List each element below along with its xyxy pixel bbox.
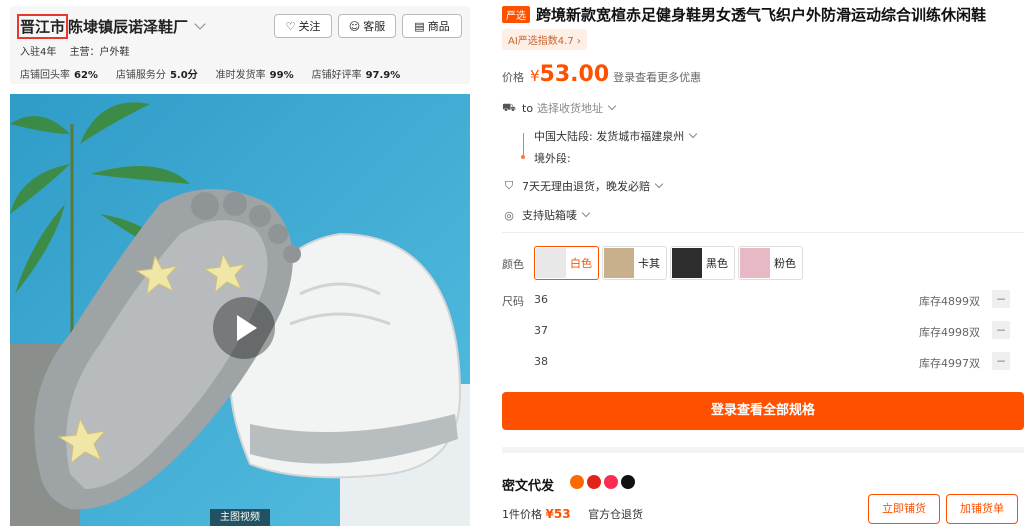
return-policy-text: 7天无理由退货，晚发必赔	[522, 180, 650, 193]
overseas-shipping-text: 境外段:	[534, 152, 571, 165]
tag-icon: ◎	[504, 208, 514, 222]
chevron-down-icon	[688, 129, 698, 139]
left-panel: 晋江市 陈埭镇辰诺泽鞋厂 ♡ 关注 ☺ 客服 ▤ 商品 入驻4年 主营：户外鞋 店…	[0, 0, 480, 526]
dropship-price-row: 1件价格 ¥53 官方仓退货	[502, 506, 643, 522]
address-select[interactable]: 选择收货地址	[537, 100, 603, 116]
color-option-white[interactable]: 白色	[534, 246, 599, 280]
decrease-button[interactable]: −	[992, 321, 1010, 339]
add-to-list-button[interactable]: 加铺货单	[946, 494, 1018, 524]
color-option-khaki[interactable]: 卡其	[602, 246, 667, 280]
shop-stats: 店铺回头率 62% 店铺服务分 5.0分 准时发货率 99% 店铺好评率 97.9%	[20, 66, 400, 81]
domestic-shipping[interactable]: 中国大陆段: 发货城市福建泉州	[534, 128, 698, 144]
return-note: 官方仓退货	[588, 508, 644, 521]
color-thumb	[740, 248, 770, 278]
shop-name[interactable]: 晋江市 陈埭镇辰诺泽鞋厂	[17, 14, 206, 39]
size-row: 37 库存4998双 −	[534, 321, 1024, 341]
right-panel: 严选 跨境新款宽楦赤足健身鞋男女透气飞织户外防滑运动综合训练休闲鞋 AI严选指数…	[490, 0, 1024, 526]
price-row: 价格 ¥ 53.00 登录查看更多优惠	[502, 62, 701, 87]
size-row: 38 库存4997双 −	[534, 352, 1024, 372]
store-icon: ▤	[414, 19, 425, 33]
follow-label: 关注	[298, 20, 321, 33]
product-main-image[interactable]: 主图视频	[10, 94, 470, 526]
decrease-button[interactable]: −	[992, 352, 1010, 370]
price-login-note[interactable]: 登录查看更多优惠	[613, 69, 701, 85]
color-thumb	[672, 248, 702, 278]
domestic-shipping-text: 中国大陆段: 发货城市福建泉州	[534, 130, 685, 143]
unit-price-value: ¥53	[545, 507, 571, 521]
return-policy-row[interactable]: ⛉ 7天无理由退货，晚发必赔	[502, 178, 664, 194]
delivery-address-row[interactable]: ⛟ to 选择收货地址	[502, 100, 617, 116]
login-view-all-specs-button[interactable]: 登录查看全部规格	[502, 392, 1024, 430]
platform-logo-icon	[570, 475, 584, 489]
route-dot	[521, 155, 525, 159]
chevron-down-icon	[654, 179, 664, 189]
color-thumb	[536, 248, 566, 278]
product-title: 跨境新款宽楦赤足健身鞋男女透气飞织户外防滑运动综合训练休闲鞋	[536, 6, 987, 24]
stat-item: 准时发货率 99%	[215, 70, 294, 81]
shop-meta: 入驻4年 主营：户外鞋	[20, 43, 140, 58]
color-option-pink[interactable]: 粉色	[738, 246, 803, 280]
color-option-black[interactable]: 黑色	[670, 246, 735, 280]
shop-years: 入驻4年	[20, 47, 57, 58]
list-fade	[502, 372, 1024, 394]
unit-price-label: 1件价格	[502, 508, 542, 521]
size-value: 36	[534, 293, 548, 306]
customer-service-button[interactable]: ☺ 客服	[338, 14, 396, 38]
shop-main-business: 主营：户外鞋	[69, 47, 130, 58]
overseas-shipping: 境外段:	[534, 150, 571, 166]
stock-count: 库存4998双	[919, 326, 980, 339]
color-label: 颜色	[502, 258, 524, 271]
chevron-down-icon	[607, 101, 617, 111]
size-value: 37	[534, 324, 548, 337]
box-label-row[interactable]: ◎ 支持贴箱唛	[502, 207, 591, 223]
divider	[502, 232, 1024, 233]
color-thumb	[604, 248, 634, 278]
platform-logos	[570, 475, 635, 489]
route-line	[523, 133, 524, 157]
chevron-down-icon	[581, 208, 591, 218]
goods-label: 商品	[427, 20, 450, 33]
stock-count: 库存4899双	[919, 295, 980, 308]
size-row: 36 库存4899双 −	[534, 290, 1024, 310]
platform-logo-icon	[604, 475, 618, 489]
price-label: 价格	[502, 71, 524, 84]
box-label-text: 支持贴箱唛	[522, 209, 577, 222]
shop-name-rest: 陈埭镇辰诺泽鞋厂	[68, 18, 189, 36]
stock-count: 库存4997双	[919, 357, 980, 370]
stat-item: 店铺回头率 62%	[20, 70, 98, 81]
size-value: 38	[534, 355, 548, 368]
price-symbol: ¥	[530, 67, 540, 85]
heart-plus-icon: ♡	[285, 19, 296, 33]
goods-button[interactable]: ▤ 商品	[402, 14, 462, 38]
platform-logo-icon	[587, 475, 601, 489]
stat-item: 店铺服务分 5.0分	[115, 70, 198, 81]
dropship-title: 密文代发	[502, 479, 555, 494]
decrease-button[interactable]: −	[992, 290, 1010, 308]
play-icon	[237, 315, 257, 341]
to-label: to	[522, 101, 534, 115]
video-tag[interactable]: 主图视频	[210, 509, 270, 526]
tiktok-logo-icon	[621, 475, 635, 489]
service-label: 客服	[363, 20, 386, 33]
chevron-down-icon[interactable]	[194, 18, 206, 30]
section-divider	[502, 447, 1024, 453]
shop-city-highlight: 晋江市	[17, 14, 69, 39]
price-value: 53.00	[539, 62, 610, 87]
truck-icon: ⛟	[502, 100, 516, 114]
shield-check-icon: ⛉	[504, 179, 514, 192]
chat-icon: ☺	[348, 19, 361, 33]
product-title-row: 严选 跨境新款宽楦赤足健身鞋男女透气飞织户外防滑运动综合训练休闲鞋	[502, 4, 986, 25]
select-badge: 严选	[502, 6, 530, 23]
stat-item: 店铺好评率 97.9%	[311, 70, 401, 81]
list-now-button[interactable]: 立即铺货	[868, 494, 940, 524]
follow-button[interactable]: ♡ 关注	[274, 14, 332, 38]
size-label: 尺码	[502, 295, 524, 308]
play-button[interactable]	[213, 297, 275, 359]
shop-card: 晋江市 陈埭镇辰诺泽鞋厂 ♡ 关注 ☺ 客服 ▤ 商品 入驻4年 主营：户外鞋 店…	[10, 6, 470, 84]
ai-index-tag[interactable]: AI严选指数4.7 ›	[502, 29, 587, 50]
